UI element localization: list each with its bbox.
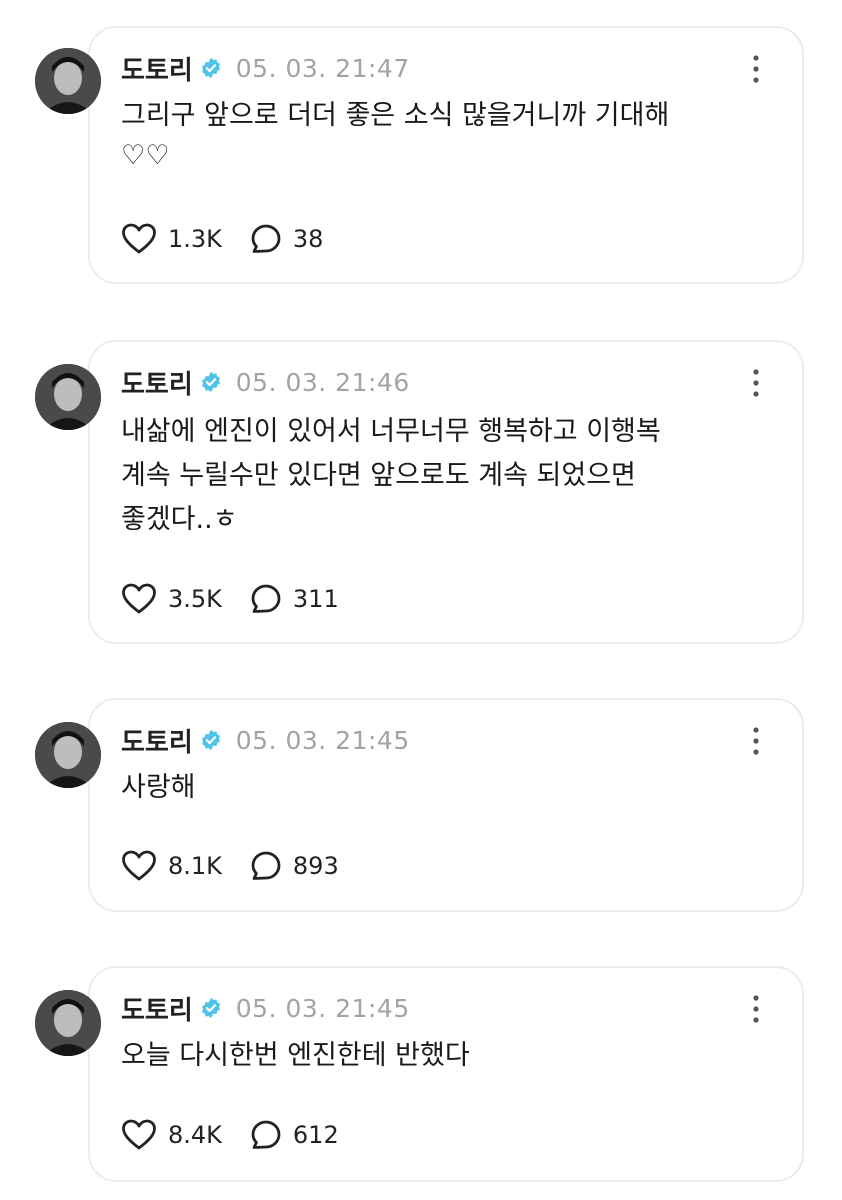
speech-bubble-icon[interactable] <box>250 850 282 882</box>
like-count: 3.5K <box>168 585 222 613</box>
speech-bubble-icon[interactable] <box>250 583 282 615</box>
more-vertical-icon[interactable] <box>748 54 764 84</box>
heart-icon[interactable] <box>121 1119 157 1151</box>
heart-icon[interactable] <box>121 223 157 255</box>
avatar[interactable] <box>35 364 101 430</box>
post-timestamp: 05. 03. 21:47 <box>235 53 410 83</box>
reply-count: 893 <box>292 852 339 880</box>
more-vertical-icon[interactable] <box>748 994 764 1024</box>
verified-badge-icon <box>201 371 220 393</box>
like-count: 8.1K <box>168 852 222 880</box>
like-count: 1.3K <box>168 225 222 253</box>
post-timestamp: 05. 03. 21:46 <box>235 367 410 397</box>
more-vertical-icon[interactable] <box>748 368 764 398</box>
post-text: 내삶에 엔진이 있어서 너무너무 행복하고 이행복 계속 누릴수만 있다면 앞으… <box>121 416 661 535</box>
post-timestamp: 05. 03. 21:45 <box>235 725 410 755</box>
reply-count: 612 <box>292 1121 339 1149</box>
avatar[interactable] <box>35 722 101 788</box>
avatar[interactable] <box>35 48 101 114</box>
author-name[interactable]: 도토리 <box>121 990 193 1027</box>
post-text: 사랑해 <box>121 772 196 803</box>
speech-bubble-icon[interactable] <box>250 223 282 255</box>
heart-icon[interactable] <box>121 850 157 882</box>
verified-badge-icon <box>201 729 220 751</box>
post-timestamp: 05. 03. 21:45 <box>235 993 410 1023</box>
more-vertical-icon[interactable] <box>748 726 764 756</box>
reply-count: 38 <box>292 225 324 253</box>
author-name[interactable]: 도토리 <box>121 50 193 87</box>
post-text: 오늘 다시한번 엔진한테 반했다 <box>121 1040 470 1071</box>
post-text: 그리구 앞으로 더더 좋은 소식 많을거니까 기대해 ♡♡ <box>121 100 670 171</box>
verified-badge-icon <box>201 997 220 1019</box>
avatar[interactable] <box>35 990 101 1056</box>
reply-count: 311 <box>292 585 339 613</box>
speech-bubble-icon[interactable] <box>250 1119 282 1151</box>
like-count: 8.4K <box>168 1121 222 1149</box>
author-name[interactable]: 도토리 <box>121 722 193 759</box>
author-name[interactable]: 도토리 <box>121 364 193 401</box>
verified-badge-icon <box>201 57 220 79</box>
heart-icon[interactable] <box>121 583 157 615</box>
